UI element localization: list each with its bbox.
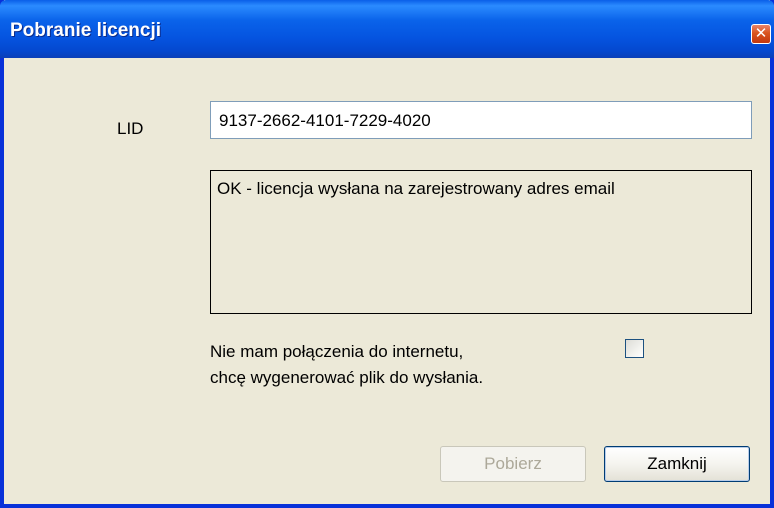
license-download-dialog: Pobranie licencji ✕ LID 9137-2662-4101-7… [0,0,774,508]
offline-option-label-line1: Nie mam połączenia do internetu, [210,342,464,361]
offline-option-label-line2: chcę wygenerować plik do wysłania. [210,368,484,387]
title-bar[interactable]: Pobranie licencji ✕ [0,0,774,58]
close-icon[interactable]: ✕ [751,24,771,44]
offline-checkbox[interactable] [625,339,644,358]
window-title: Pobranie licencji [10,20,161,41]
download-button[interactable]: Pobierz [440,446,586,482]
lid-input[interactable]: 9137-2662-4101-7229-4020 [210,101,752,139]
close-button[interactable]: Zamknij [604,446,750,482]
status-message-box: OK - licencja wysłana na zarejestrowany … [210,170,752,314]
lid-label: LID [117,119,144,138]
